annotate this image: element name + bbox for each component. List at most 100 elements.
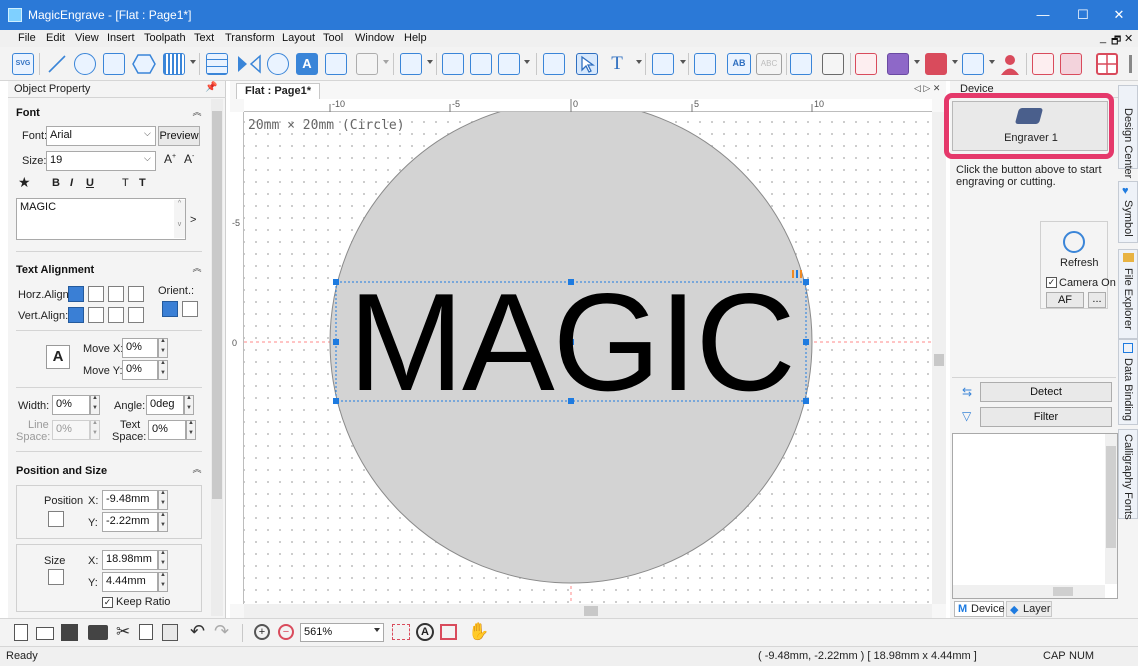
align-right-icon[interactable] — [108, 286, 124, 302]
chevron-down-icon[interactable] — [190, 60, 196, 65]
filter-button[interactable]: Filter — [980, 407, 1112, 427]
copy-icon[interactable] — [139, 624, 153, 640]
text-scrollbar[interactable]: ^ v — [174, 200, 185, 238]
mdi-close-button[interactable]: ✕ — [1124, 32, 1133, 45]
width-spinner[interactable] — [90, 395, 100, 415]
position-x-input[interactable]: -9.48mm — [102, 490, 158, 510]
width-input[interactable]: 0% — [52, 395, 90, 415]
keep-ratio-checkbox[interactable]: ✓ — [102, 597, 113, 608]
list-horizontal-scrollbar[interactable] — [953, 585, 1105, 598]
menu-view[interactable]: View — [75, 32, 99, 44]
eraser-icon[interactable] — [822, 53, 844, 75]
menu-window[interactable]: Window — [355, 32, 394, 44]
expand-text-button[interactable]: > — [190, 214, 196, 226]
valign-top-icon[interactable] — [68, 307, 84, 323]
device-list[interactable] — [952, 433, 1118, 599]
move-x-spinner[interactable] — [158, 338, 168, 358]
save-icon[interactable] — [61, 624, 78, 641]
undo-icon[interactable]: ↶ — [190, 621, 205, 642]
polygon-tool-icon[interactable] — [132, 53, 156, 75]
crosshair-icon[interactable] — [1096, 53, 1118, 75]
outline-style-icon[interactable] — [925, 53, 947, 75]
font-select[interactable]: Arial — [46, 126, 156, 146]
menu-transform[interactable]: Transform — [225, 32, 275, 44]
size-x-input[interactable]: 18.98mm — [102, 550, 158, 570]
cut-icon[interactable]: ✂ — [116, 622, 130, 642]
valign-middle-icon[interactable] — [88, 307, 104, 323]
vertical-scrollbar[interactable] — [932, 112, 946, 604]
chevron-down-icon[interactable] — [680, 60, 686, 65]
menu-edit[interactable]: Edit — [46, 32, 65, 44]
text-space-input[interactable]: 0% — [148, 420, 186, 440]
frame-icon[interactable] — [400, 53, 422, 75]
underline-button[interactable]: U — [86, 177, 94, 189]
zoom-select[interactable]: 561% — [300, 623, 384, 642]
zoom-text-icon[interactable]: A — [416, 623, 434, 641]
magic-text-object[interactable]: MAGIC — [336, 270, 806, 416]
move-y-spinner[interactable] — [158, 360, 168, 380]
orient-vertical-icon[interactable] — [182, 301, 198, 317]
toolbar-overflow-handle[interactable] — [1129, 55, 1132, 73]
menu-insert[interactable]: Insert — [107, 32, 135, 44]
side-tab-file-explorer[interactable]: File Explorer — [1118, 249, 1138, 339]
align-center-icon[interactable] — [442, 53, 464, 75]
zoom-page-icon[interactable] — [440, 624, 457, 640]
camera-on-checkbox[interactable]: ✓ — [1046, 277, 1057, 288]
angle-input[interactable]: 0deg — [146, 395, 184, 415]
bold-button[interactable]: B — [52, 177, 60, 189]
design-canvas[interactable]: 20mm × 20mm (Circle) MAGIC — [244, 112, 932, 604]
scrollbar-thumb[interactable] — [1053, 587, 1073, 596]
zoom-selection-icon[interactable] — [392, 624, 410, 640]
chevron-down-icon[interactable] — [952, 60, 958, 65]
shape-style-icon[interactable] — [962, 53, 984, 75]
italic-button[interactable]: I — [70, 177, 73, 189]
zoom-in-icon[interactable]: + — [254, 624, 270, 640]
node-edit-icon[interactable] — [1032, 53, 1054, 75]
menu-text[interactable]: Text — [194, 32, 214, 44]
group-icon[interactable] — [543, 53, 565, 75]
image-icon[interactable] — [790, 53, 812, 75]
chevron-down-icon[interactable] — [989, 60, 995, 65]
collapse-chevron-icon[interactable]: ︽ — [190, 462, 204, 476]
path-text-icon[interactable] — [325, 53, 347, 75]
align-center-icon[interactable] — [88, 286, 104, 302]
size-anchor-icon[interactable] — [48, 569, 64, 585]
size-y-input[interactable]: 4.44mm — [102, 572, 158, 592]
align-left-icon[interactable] — [68, 286, 84, 302]
text-space-spinner[interactable] — [186, 420, 196, 440]
tab-device[interactable]: M Device — [954, 601, 1005, 617]
move-x-input[interactable]: 0% — [122, 338, 158, 358]
new-file-icon[interactable] — [14, 624, 28, 641]
align-both-icon[interactable] — [498, 53, 520, 75]
chevron-down-icon[interactable] — [524, 60, 530, 65]
chevron-down-icon[interactable] — [914, 60, 920, 65]
print-icon[interactable] — [88, 625, 108, 640]
more-button[interactable]: ... — [1088, 292, 1106, 308]
circle-tool-icon[interactable] — [74, 53, 96, 75]
preview-button[interactable]: Preview — [158, 126, 200, 146]
refresh-button[interactable]: Refresh — [1060, 257, 1099, 269]
line-tool-icon[interactable] — [46, 53, 68, 75]
open-folder-icon[interactable] — [36, 627, 54, 640]
list-vertical-scrollbar[interactable] — [1105, 434, 1117, 584]
pen-edit-icon[interactable] — [694, 53, 716, 75]
font-grow-icon[interactable]: A+ — [164, 152, 176, 166]
fill-style-icon[interactable] — [887, 53, 909, 75]
align-justify-icon[interactable] — [128, 286, 144, 302]
rectangle-tool-icon[interactable] — [103, 53, 125, 75]
text-to-path-icon[interactable]: AB — [727, 53, 751, 75]
horizontal-scrollbar[interactable] — [244, 604, 932, 618]
refresh-icon[interactable] — [1063, 231, 1085, 253]
text-content-input[interactable]: MAGIC — [16, 198, 186, 240]
close-button[interactable]: ✕ — [1096, 0, 1138, 30]
align-middle-icon[interactable] — [470, 53, 492, 75]
tab-flat-page1[interactable]: Flat : Page1* — [236, 83, 320, 99]
af-button[interactable]: AF — [1046, 292, 1084, 308]
tab-scroll-arrows[interactable]: ◁ ▷ ✕ — [914, 83, 940, 94]
size-x-spinner[interactable] — [158, 550, 168, 570]
wrap-text-icon[interactable] — [652, 53, 674, 75]
favorite-star-icon[interactable]: ★ — [18, 174, 31, 191]
text-frame-icon[interactable]: A — [296, 53, 318, 75]
menu-layout[interactable]: Layout — [282, 32, 315, 44]
size-y-spinner[interactable] — [158, 572, 168, 592]
